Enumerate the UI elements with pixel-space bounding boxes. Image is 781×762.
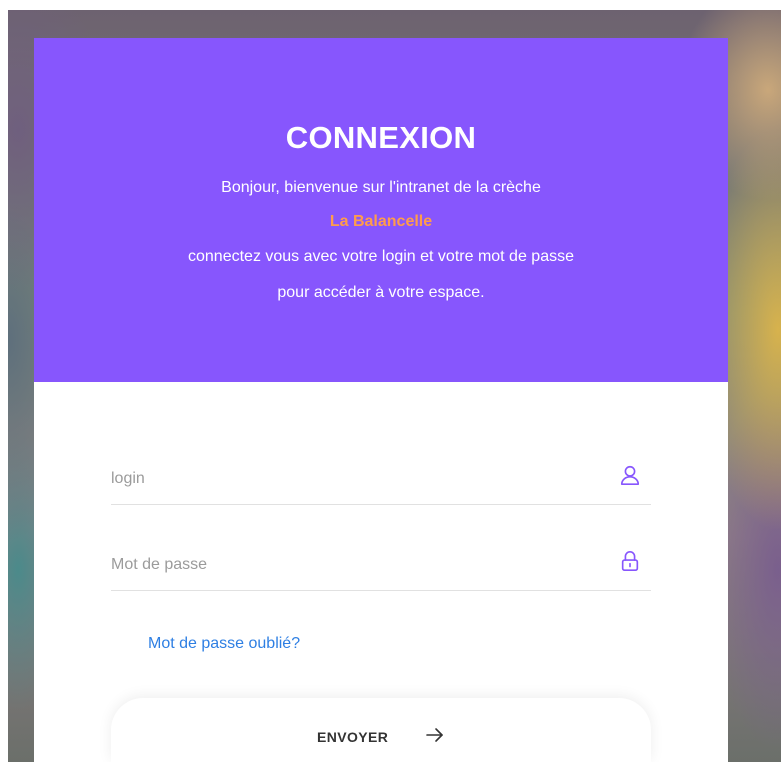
welcome-text: Bonjour, bienvenue sur l'intranet de la … (221, 179, 541, 196)
instruction-text: connectez vous avec votre login et votre… (188, 248, 574, 265)
forgot-password-link[interactable]: Mot de passe oublié? (148, 635, 300, 653)
page-title: CONNEXION (285, 120, 477, 155)
submit-button-label: ENVOYER (317, 729, 389, 745)
login-field (111, 458, 651, 505)
login-header: CONNEXION Bonjour, bienvenue sur l'intra… (34, 38, 728, 382)
password-field (111, 544, 651, 591)
login-input[interactable] (111, 466, 591, 492)
instruction-text-2: pour accéder à votre espace. (277, 284, 485, 301)
password-input[interactable] (111, 552, 591, 578)
user-icon (620, 465, 640, 485)
brand-name: La Balancelle (329, 213, 433, 230)
login-card: CONNEXION Bonjour, bienvenue sur l'intra… (34, 38, 728, 762)
lock-icon (621, 551, 639, 571)
arrow-right-icon (426, 728, 443, 742)
submit-button[interactable]: ENVOYER (111, 698, 651, 762)
